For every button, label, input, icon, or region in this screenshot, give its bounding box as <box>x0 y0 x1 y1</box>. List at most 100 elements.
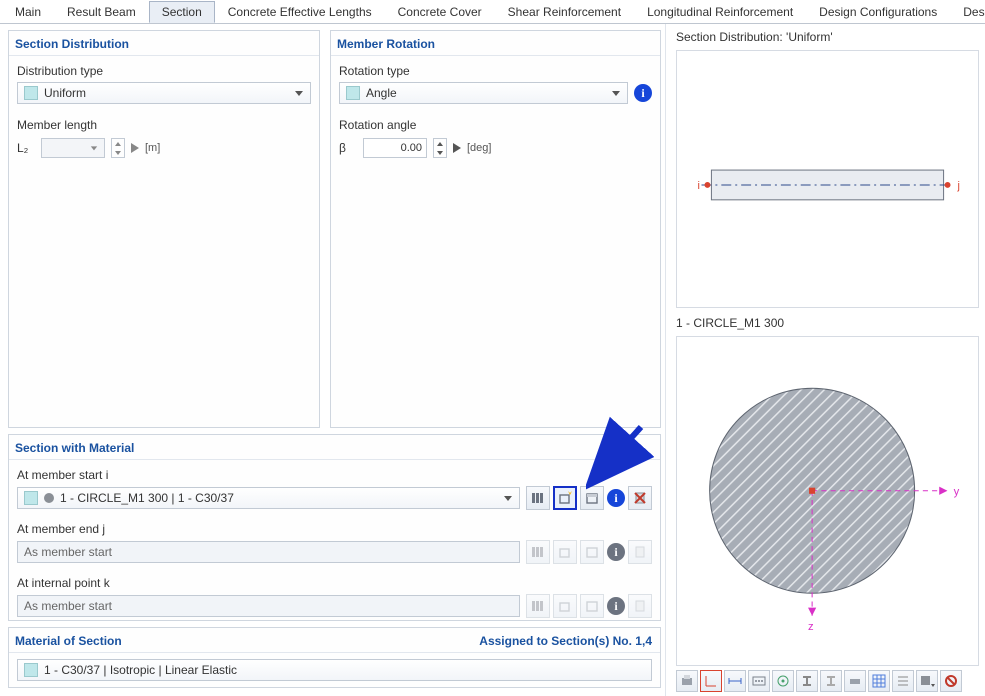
panel-title-section-distribution: Section Distribution <box>9 31 319 56</box>
tab-design-support[interactable]: Design Support <box>950 1 985 23</box>
right-column: Section Distribution: 'Uniform' i j 1 - … <box>665 24 985 696</box>
play-icon[interactable] <box>453 143 461 153</box>
delete-section-button <box>628 594 652 618</box>
panel-section-with-material: Section with Material At member start i … <box>8 434 661 621</box>
info-icon[interactable]: i <box>634 84 652 102</box>
library-button <box>526 540 550 564</box>
swatch-icon <box>24 86 38 100</box>
info-icon[interactable]: i <box>607 489 625 507</box>
swatch-icon <box>24 663 38 677</box>
edit-section-button <box>580 540 604 564</box>
tool-display-dropdown[interactable] <box>916 670 938 692</box>
library-button <box>526 594 550 618</box>
tool-solid-icon[interactable] <box>844 670 866 692</box>
label-internal-point: At internal point k <box>17 576 652 590</box>
tool-i-sec-a-icon[interactable] <box>796 670 818 692</box>
input-member-length[interactable] <box>41 138 105 158</box>
panel-member-rotation: Member Rotation Rotation type Angle i Ro… <box>330 30 661 428</box>
preview-distribution: i j <box>676 50 979 308</box>
input-rotation-angle[interactable]: 0.00 <box>363 138 427 158</box>
unit-rotation-angle: [deg] <box>467 142 491 154</box>
panel-title-section-with-material: Section with Material <box>9 435 660 460</box>
chevron-down-icon <box>90 144 98 152</box>
preview-toolbar <box>676 666 979 692</box>
tool-stress-points-icon[interactable] <box>772 670 794 692</box>
combo-internal-point[interactable]: As member start <box>17 595 520 617</box>
spinner-member-length[interactable] <box>111 138 125 158</box>
circle-icon <box>44 493 54 503</box>
tab-long-reinf[interactable]: Longitudinal Reinforcement <box>634 1 806 23</box>
tab-section[interactable]: Section <box>149 1 215 23</box>
panel-title-material-of-section: Material of Section <box>15 634 122 648</box>
label-rotation-type: Rotation type <box>339 64 652 78</box>
symbol-rotation-angle: β <box>339 141 357 155</box>
axis-y: y <box>954 486 960 498</box>
combo-rotation-type-value: Angle <box>366 86 605 100</box>
tab-result-beam[interactable]: Result Beam <box>54 1 149 23</box>
symbol-member-length: L₂ <box>17 141 35 155</box>
preview-distribution-title: Section Distribution: 'Uniform' <box>676 30 979 44</box>
tool-grid-icon[interactable] <box>868 670 890 692</box>
tab-bar: Main Result Beam Section Concrete Effect… <box>0 0 985 24</box>
label-member-length: Member length <box>17 118 311 132</box>
combo-member-start-value: 1 - CIRCLE_M1 300 | 1 - C30/37 <box>60 491 497 505</box>
chevron-down-icon <box>503 493 513 503</box>
panel-material-of-section: Material of Section Assigned to Section(… <box>8 627 661 688</box>
new-section-button <box>553 540 577 564</box>
combo-member-end-value: As member start <box>24 545 513 559</box>
combo-distribution-type[interactable]: Uniform <box>17 82 311 104</box>
assigned-sections: Assigned to Section(s) No. 1,4 <box>479 634 652 648</box>
combo-member-end[interactable]: As member start <box>17 541 520 563</box>
delete-section-button[interactable] <box>628 486 652 510</box>
label-member-end: At member end j <box>17 522 652 536</box>
tab-main[interactable]: Main <box>2 1 54 23</box>
preview-section: y z <box>676 336 979 666</box>
chevron-down-icon <box>611 88 621 98</box>
tab-design-config[interactable]: Design Configurations <box>806 1 950 23</box>
combo-material-value: 1 - C30/37 | Isotropic | Linear Elastic <box>44 663 645 677</box>
chevron-up-icon <box>115 142 121 146</box>
combo-internal-point-value: As member start <box>24 599 513 613</box>
panel-section-distribution: Section Distribution Distribution type U… <box>8 30 320 428</box>
combo-rotation-type[interactable]: Angle <box>339 82 628 104</box>
axis-z: z <box>808 621 814 633</box>
label-member-start: At member start i <box>17 468 652 482</box>
combo-member-start[interactable]: 1 - CIRCLE_M1 300 | 1 - C30/37 <box>17 487 520 509</box>
tab-shear-reinf[interactable]: Shear Reinforcement <box>495 1 634 23</box>
label-node-i: i <box>698 180 700 192</box>
info-icon[interactable]: i <box>607 597 625 615</box>
tool-dimensions-icon[interactable] <box>724 670 746 692</box>
edit-section-button[interactable] <box>580 486 604 510</box>
label-distribution-type: Distribution type <box>17 64 311 78</box>
label-node-j: j <box>956 180 959 192</box>
tool-print-icon[interactable] <box>676 670 698 692</box>
combo-material[interactable]: 1 - C30/37 | Isotropic | Linear Elastic <box>17 659 652 681</box>
tool-reset-icon[interactable] <box>940 670 962 692</box>
chevron-down-icon <box>294 88 304 98</box>
tool-list-icon[interactable] <box>892 670 914 692</box>
spinner-rotation-angle[interactable] <box>433 138 447 158</box>
swatch-icon <box>24 491 38 505</box>
chevron-down-icon <box>437 151 443 155</box>
combo-distribution-type-value: Uniform <box>44 86 288 100</box>
tab-concrete-eff-lengths[interactable]: Concrete Effective Lengths <box>215 1 385 23</box>
tool-values-icon[interactable] <box>748 670 770 692</box>
library-button[interactable] <box>526 486 550 510</box>
delete-section-button <box>628 540 652 564</box>
preview-section-title: 1 - CIRCLE_M1 300 <box>676 316 979 330</box>
play-icon[interactable] <box>131 143 139 153</box>
new-section-button <box>553 594 577 618</box>
unit-member-length: [m] <box>145 142 160 154</box>
tool-axes-icon[interactable] <box>700 670 722 692</box>
panel-title-member-rotation: Member Rotation <box>331 31 660 56</box>
chevron-up-icon <box>437 142 443 146</box>
tab-concrete-cover[interactable]: Concrete Cover <box>385 1 495 23</box>
tool-i-sec-b-icon[interactable] <box>820 670 842 692</box>
swatch-icon <box>346 86 360 100</box>
edit-section-button <box>580 594 604 618</box>
label-rotation-angle: Rotation angle <box>339 118 652 132</box>
new-section-button[interactable] <box>553 486 577 510</box>
chevron-down-icon <box>115 151 121 155</box>
left-column: Section Distribution Distribution type U… <box>0 24 665 696</box>
info-icon[interactable]: i <box>607 543 625 561</box>
